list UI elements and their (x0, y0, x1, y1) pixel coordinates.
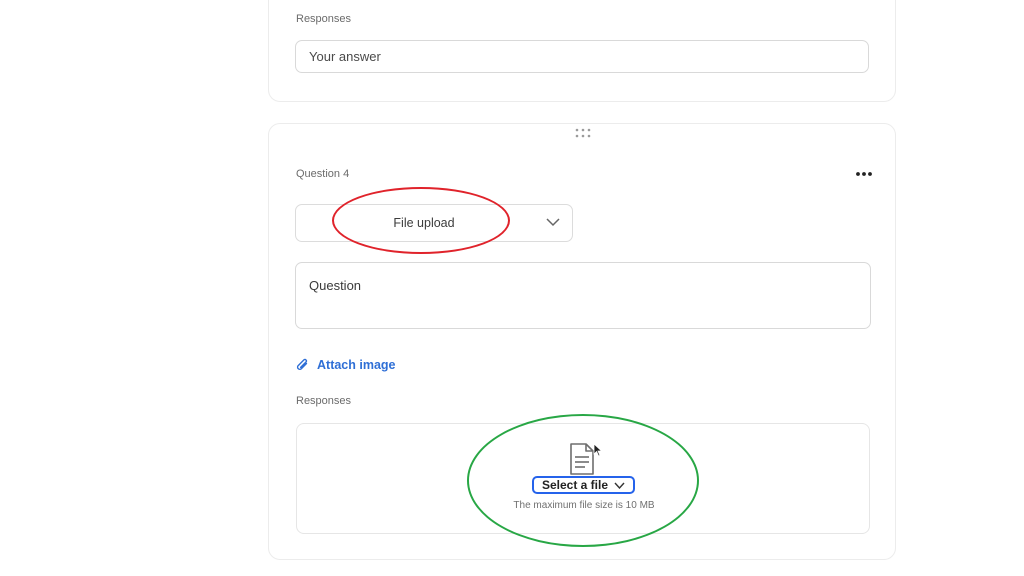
document-icon (570, 443, 594, 475)
question-4-card: Question 4 File upload Question Attach i… (268, 123, 896, 560)
question-type-value: File upload (393, 216, 455, 230)
question-text-field[interactable]: Question (295, 262, 871, 329)
your-answer-field[interactable]: Your answer (295, 40, 869, 73)
chevron-down-icon (614, 482, 625, 489)
responses-label: Responses (296, 395, 352, 407)
more-options-icon[interactable] (853, 168, 875, 180)
drag-handle-icon[interactable] (575, 128, 591, 138)
paperclip-icon (296, 358, 308, 370)
responses-label: Responses (296, 13, 352, 25)
question-number-label: Question 4 (296, 168, 350, 180)
select-file-label: Select a file (541, 478, 609, 492)
attach-image-button[interactable]: Attach image (296, 356, 396, 374)
previous-question-card: Responses Your answer (268, 0, 896, 102)
attach-image-label: Attach image (317, 358, 396, 372)
mouse-pointer-icon (593, 443, 603, 457)
chevron-down-icon (546, 218, 560, 227)
max-file-size-text: The maximum file size is 10 MB (513, 500, 655, 511)
select-file-button[interactable]: Select a file (532, 476, 635, 494)
question-type-select[interactable]: File upload (295, 204, 573, 242)
file-upload-area: Select a file The maximum file size is 1… (296, 423, 870, 534)
